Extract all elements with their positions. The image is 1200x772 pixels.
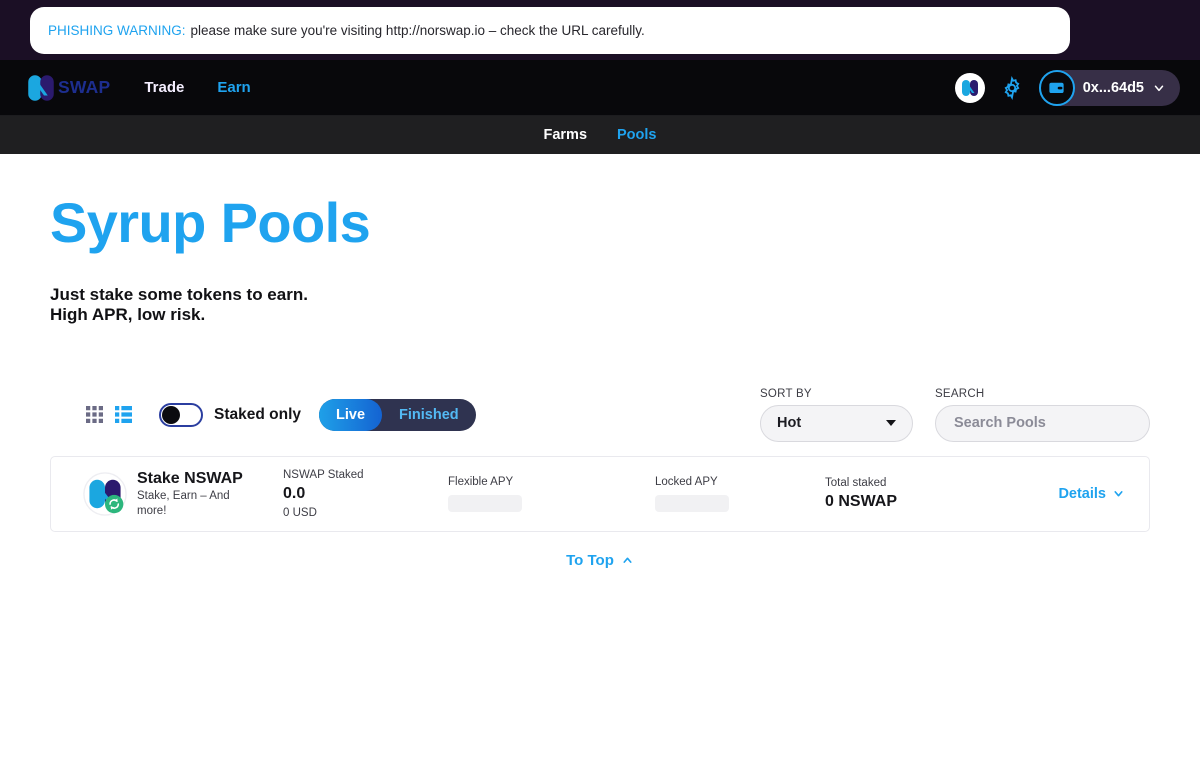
pool-staked-value: 0.0: [283, 485, 306, 503]
pool-staked-usd: 0 USD: [283, 507, 317, 520]
main-navigation: Trade Earn: [144, 79, 250, 96]
wallet-icon: [1049, 82, 1064, 94]
settings-button[interactable]: [999, 75, 1025, 101]
toolbar-right-group: SORT BY Hot SEARCH: [760, 388, 1150, 442]
search-box[interactable]: [935, 404, 1150, 442]
toolbar-left-group: Staked only Live Finished: [50, 398, 476, 431]
page-subtitle-line2: High APR, low risk.: [50, 304, 206, 324]
pool-flexible-apy-skeleton: [448, 494, 522, 512]
pool-locked-apy-column: Locked APY: [655, 476, 825, 512]
pool-total-staked-column: Total staked 0 NSWAP: [825, 477, 1000, 511]
pool-details-button[interactable]: Details: [1058, 486, 1125, 502]
brand-name: SWAP: [58, 77, 111, 97]
sort-by-field: SORT BY Hot: [760, 388, 913, 442]
page-content: Syrup Pools Just stake some tokens to ea…: [0, 154, 1200, 569]
list-view-icon[interactable]: [115, 406, 132, 424]
header-actions: 0x...64d5: [954, 69, 1180, 106]
pool-staked-label: NSWAP Staked: [283, 468, 364, 481]
pool-staked-column: NSWAP Staked 0.0 0 USD: [283, 469, 448, 519]
wallet-button[interactable]: 0x...64d5: [1038, 69, 1180, 106]
wallet-address: 0x...64d5: [1082, 79, 1144, 96]
status-filter-live[interactable]: Live: [319, 398, 383, 431]
nav-item-trade[interactable]: Trade: [144, 79, 184, 96]
norswap-logo-icon: [28, 74, 54, 101]
subnav-item-farms[interactable]: Farms: [543, 127, 587, 143]
pool-identity: Stake NSWAP Stake, Earn – And more!: [83, 470, 283, 518]
staked-only-toggle-knob: [162, 405, 180, 424]
phishing-warning-message: please make sure you're visiting http://…: [190, 22, 645, 38]
pools-toolbar: Staked only Live Finished SORT BY Hot SE…: [50, 387, 1150, 443]
app-header: SWAP Trade Earn 0x...64d5: [0, 60, 1200, 116]
page-subtitle: Just stake some tokens to earn. High APR…: [50, 285, 1150, 325]
to-top-label: To Top: [566, 551, 614, 569]
sort-by-value: Hot: [777, 415, 802, 432]
pool-row[interactable]: Stake NSWAP Stake, Earn – And more! NSWA…: [50, 455, 1150, 532]
pool-names: Stake NSWAP Stake, Earn – And more!: [137, 470, 243, 518]
phishing-warning-strip: PHISHING WARNING: please make sure you'r…: [0, 0, 1200, 60]
grid-view-icon[interactable]: [86, 406, 103, 424]
pool-flexible-apy-column: Flexible APY: [448, 476, 655, 512]
pool-details-label: Details: [1058, 485, 1106, 502]
chevron-down-icon: [1154, 84, 1164, 91]
stake-nswap-token-icon: [83, 472, 127, 516]
staked-only-toggle[interactable]: [159, 402, 203, 427]
wallet-icon-circle: [1038, 69, 1075, 106]
pool-description: Stake, Earn – And more!: [137, 490, 230, 517]
chevron-up-icon: [623, 557, 632, 563]
staked-only-label: Staked only: [214, 405, 301, 423]
chevron-down-icon: [886, 420, 896, 427]
pool-title: Stake NSWAP: [137, 469, 243, 487]
pool-total-staked-value: 0 NSWAP: [825, 493, 898, 511]
phishing-warning-box: PHISHING WARNING: please make sure you'r…: [30, 6, 1070, 54]
subnav-item-pools[interactable]: Pools: [617, 127, 656, 143]
phishing-warning-label: PHISHING WARNING:: [48, 22, 186, 38]
search-input[interactable]: [954, 415, 1131, 432]
to-top-button[interactable]: To Top: [50, 552, 1150, 569]
token-logo-badge[interactable]: [954, 72, 985, 103]
norswap-token-icon: [961, 79, 978, 96]
gear-icon: [1004, 75, 1020, 100]
chevron-down-icon: [1114, 491, 1123, 497]
status-filter-group: Live Finished: [319, 398, 476, 431]
search-label: SEARCH: [935, 387, 985, 400]
pool-total-staked-label: Total staked: [825, 476, 887, 489]
page-title: Syrup Pools: [50, 191, 371, 254]
pool-locked-apy-skeleton: [655, 494, 729, 512]
page-subtitle-line1: Just stake some tokens to earn.: [50, 284, 308, 304]
sort-by-select[interactable]: Hot: [760, 404, 913, 442]
pool-locked-apy-label: Locked APY: [655, 475, 718, 488]
pool-flexible-apy-label: Flexible APY: [448, 475, 514, 488]
brand-logo[interactable]: SWAP: [26, 73, 110, 103]
nav-item-earn[interactable]: Earn: [217, 79, 250, 96]
search-field: SEARCH: [935, 388, 1150, 442]
earn-subnavigation: Farms Pools: [0, 116, 1200, 154]
status-filter-finished[interactable]: Finished: [382, 399, 476, 431]
sort-by-label: SORT BY: [760, 387, 812, 400]
